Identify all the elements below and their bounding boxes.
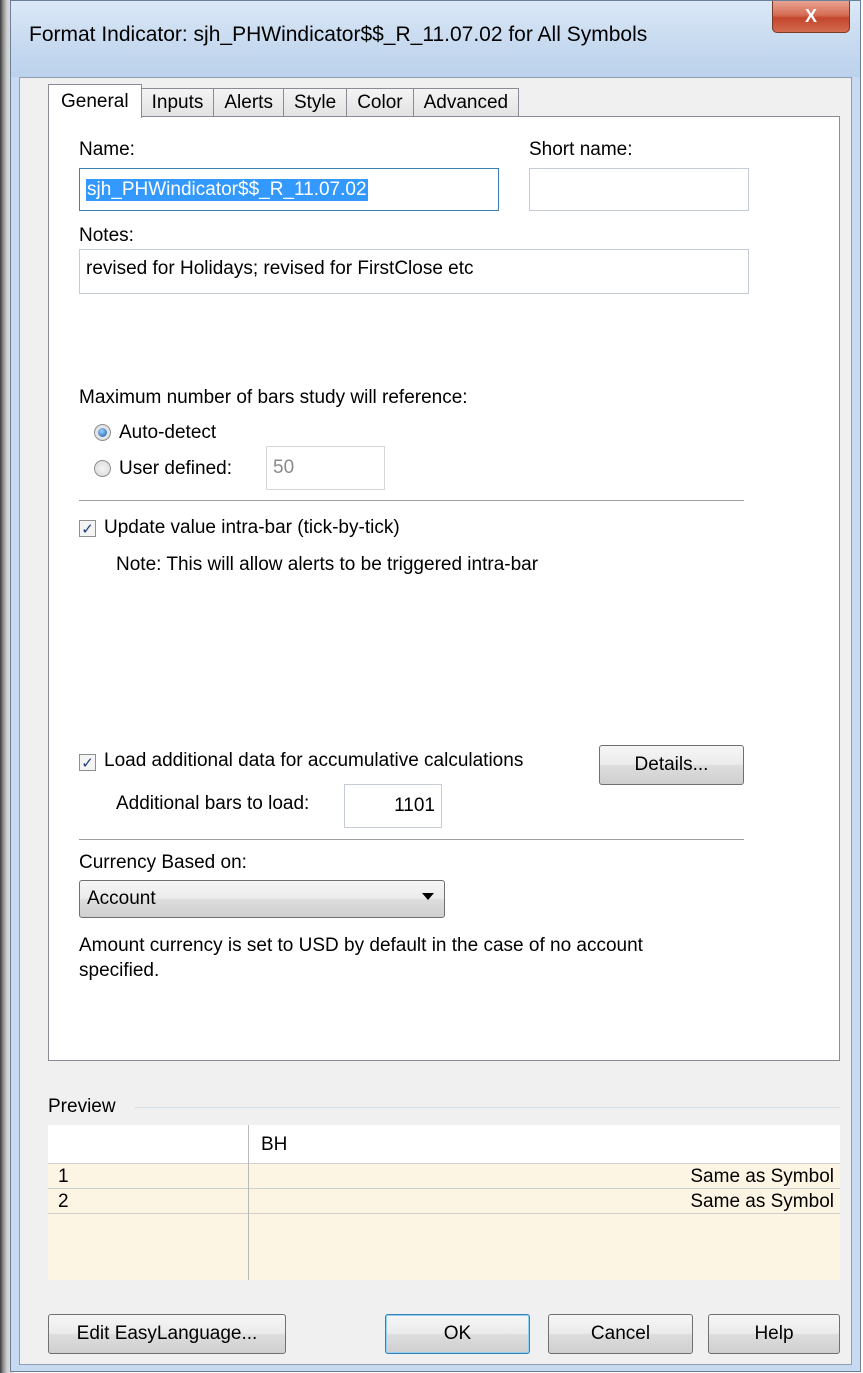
general-tab-panel: Name: Short name: sjh_PHWindicator$$_R_1… xyxy=(48,116,840,1061)
preview-column-header: BH xyxy=(261,1134,288,1155)
name-field-value: sjh_PHWindicator$$_R_11.07.02 xyxy=(86,178,368,201)
row-value: Same as Symbol xyxy=(690,1166,834,1187)
checkmark-icon: ✓ xyxy=(81,520,94,538)
cancel-button[interactable]: Cancel xyxy=(548,1314,693,1354)
preview-label: Preview xyxy=(48,1096,116,1117)
preview-divider xyxy=(135,1107,840,1108)
edit-easylanguage-button[interactable]: Edit EasyLanguage... xyxy=(48,1314,286,1354)
notes-value: revised for Holidays; revised for FirstC… xyxy=(86,258,474,279)
tab-style[interactable]: Style xyxy=(282,88,348,117)
table-row[interactable]: 1 Same as Symbol xyxy=(48,1164,840,1189)
dialog-client-area: General Inputs Alerts Style Color Advanc… xyxy=(19,77,852,1365)
window-title: Format Indicator: sjh_PHWindicator$$_R_1… xyxy=(29,23,648,46)
tab-alerts[interactable]: Alerts xyxy=(213,88,284,117)
load-additional-label: Load additional data for accumulative ca… xyxy=(104,750,524,771)
preview-grid-header: BH xyxy=(48,1125,840,1164)
max-bars-label: Maximum number of bars study will refere… xyxy=(79,387,468,408)
row-number: 2 xyxy=(58,1191,69,1212)
tab-general[interactable]: General xyxy=(48,84,142,118)
user-defined-bars-value: 50 xyxy=(273,457,295,478)
load-additional-checkbox[interactable]: ✓ xyxy=(79,754,96,772)
currency-note-line2: specified. xyxy=(79,960,160,981)
update-intrabar-note: Note: This will allow alerts to be trigg… xyxy=(116,554,539,575)
title-bar[interactable]: Format Indicator: sjh_PHWindicator$$_R_1… xyxy=(11,1,860,77)
chevron-down-icon xyxy=(422,893,434,900)
currency-note-line1: Amount currency is set to USD by default… xyxy=(79,935,643,956)
currency-label: Currency Based on: xyxy=(79,852,247,873)
separator-2 xyxy=(79,839,744,841)
short-name-field[interactable] xyxy=(529,168,749,211)
short-name-label: Short name: xyxy=(529,139,633,160)
additional-bars-value: 1101 xyxy=(394,795,435,816)
user-defined-label: User defined: xyxy=(119,458,233,479)
tab-advanced[interactable]: Advanced xyxy=(412,88,520,117)
tab-color[interactable]: Color xyxy=(346,88,414,117)
table-row[interactable]: 2 Same as Symbol xyxy=(48,1189,840,1214)
additional-bars-label: Additional bars to load: xyxy=(116,793,310,814)
auto-detect-radio[interactable] xyxy=(94,424,111,441)
additional-bars-field[interactable]: 1101 xyxy=(344,784,442,828)
details-button[interactable]: Details... xyxy=(599,745,744,785)
preview-column-divider xyxy=(248,1125,249,1280)
auto-detect-label: Auto-detect xyxy=(119,422,217,443)
name-field[interactable]: sjh_PHWindicator$$_R_11.07.02 xyxy=(79,168,499,211)
currency-dropdown[interactable]: Account xyxy=(79,880,445,918)
user-defined-bars-field[interactable]: 50 xyxy=(266,446,385,490)
row-value: Same as Symbol xyxy=(690,1191,834,1212)
notes-label: Notes: xyxy=(79,225,134,246)
close-icon: X xyxy=(804,6,817,26)
update-intrabar-label: Update value intra-bar (tick-by-tick) xyxy=(104,517,400,538)
notes-field[interactable]: revised for Holidays; revised for FirstC… xyxy=(79,249,749,294)
currency-selected: Account xyxy=(87,888,156,909)
user-defined-radio[interactable] xyxy=(94,460,111,477)
close-button[interactable]: X xyxy=(772,1,850,33)
preview-grid[interactable]: BH 1 Same as Symbol 2 Same as Symbol xyxy=(48,1125,840,1280)
help-button[interactable]: Help xyxy=(708,1314,840,1354)
tab-strip: General Inputs Alerts Style Color Advanc… xyxy=(48,83,520,118)
row-number: 1 xyxy=(58,1166,69,1187)
format-indicator-dialog: Format Indicator: sjh_PHWindicator$$_R_1… xyxy=(10,0,861,1372)
ok-button[interactable]: OK xyxy=(385,1314,530,1354)
update-intrabar-checkbox[interactable]: ✓ xyxy=(79,520,96,538)
separator-1 xyxy=(79,500,744,502)
checkmark-icon: ✓ xyxy=(81,754,94,772)
tab-inputs[interactable]: Inputs xyxy=(140,88,215,117)
name-label: Name: xyxy=(79,139,135,160)
